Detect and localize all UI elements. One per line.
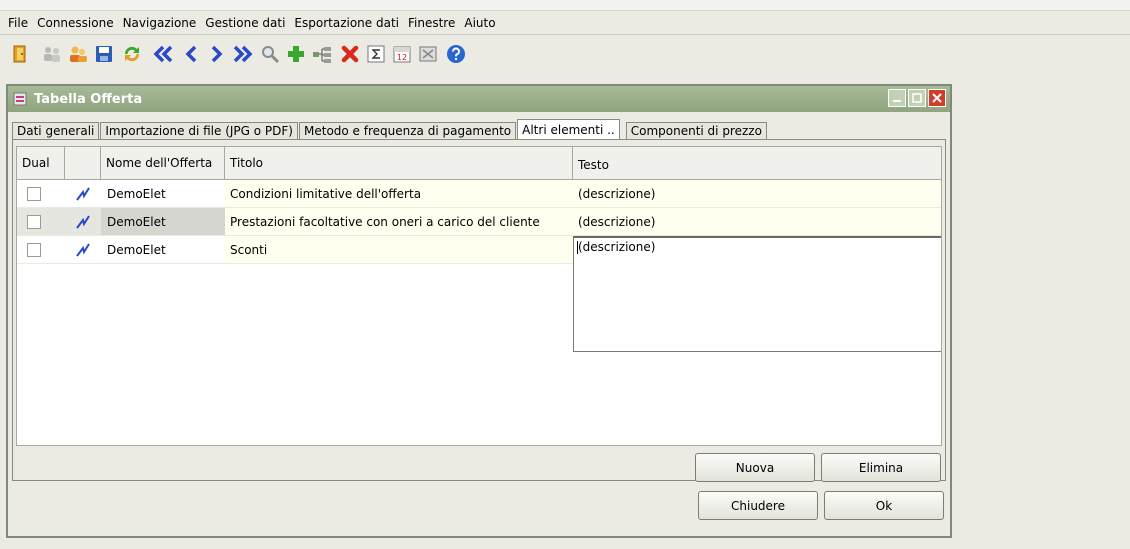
dual-cell (17, 180, 65, 208)
table-row[interactable]: DemoElet Prestazioni facoltative con one… (17, 208, 941, 236)
dual-checkbox[interactable] (27, 186, 41, 201)
next-record-icon (211, 45, 223, 63)
window-title: Tabella Offerta (34, 91, 143, 107)
workspace: Tabella Offerta Dati generali Importazio… (0, 82, 960, 549)
people-icon (44, 47, 60, 62)
toolbar: 12 (0, 36, 1130, 82)
calendar-icon: 12 (393, 46, 411, 63)
close-button[interactable] (928, 89, 946, 107)
maximize-icon (912, 93, 922, 103)
nome-offerta-cell[interactable]: DemoElet (101, 208, 225, 236)
save-button[interactable] (92, 42, 116, 66)
header-testo[interactable]: Testo (573, 147, 941, 180)
icon-cell (65, 208, 101, 236)
sum-button[interactable] (364, 42, 388, 66)
icon-cell (65, 180, 101, 208)
testo-editor-text: (descrizione) (578, 240, 656, 254)
menu-connessione[interactable]: Connessione (37, 16, 113, 30)
header-dual[interactable]: Dual (17, 147, 65, 180)
testo-cell[interactable]: (descrizione) (573, 180, 941, 208)
refresh-button[interactable] (120, 42, 144, 66)
export-icon (419, 46, 437, 62)
first-record-icon (153, 45, 173, 63)
first-record-button[interactable] (152, 42, 176, 66)
next-record-button[interactable] (204, 42, 228, 66)
tab-panel: Dual Nome dell'Offerta Titolo Testo Demo… (12, 139, 946, 482)
menu-file[interactable]: File (8, 16, 28, 30)
calendar-button[interactable]: 12 (390, 42, 414, 66)
tab-importazione-file[interactable]: Importazione di file (JPG o PDF) (100, 122, 298, 139)
nome-offerta-cell[interactable]: DemoElet (101, 180, 225, 208)
menu-gestione-dati[interactable]: Gestione dati (205, 16, 285, 30)
close-icon (932, 93, 942, 103)
refresh-icon (124, 46, 140, 62)
elimina-button[interactable]: Elimina (821, 453, 941, 482)
tabella-offerta-window: Tabella Offerta Dati generali Importazio… (6, 84, 952, 538)
delete-icon (341, 45, 359, 63)
minimize-button[interactable] (888, 89, 906, 107)
chiudere-button[interactable]: Chiudere (698, 491, 818, 520)
testo-cell[interactable]: (descrizione) (573, 208, 941, 236)
top-strip (0, 0, 1130, 11)
sum-icon (367, 45, 385, 63)
tree-icon (313, 47, 331, 63)
titolo-cell[interactable]: Condizioni limitative dell'offerta (225, 180, 573, 208)
header-nome-offerta[interactable]: Nome dell'Offerta (101, 147, 225, 180)
svg-text:12: 12 (397, 53, 407, 62)
nome-offerta-cell[interactable]: DemoElet (101, 236, 225, 264)
link-icon (76, 242, 90, 257)
dual-cell (17, 208, 65, 236)
search-icon (262, 46, 280, 64)
window-titlebar[interactable]: Tabella Offerta (8, 86, 950, 112)
add-button[interactable] (284, 42, 308, 66)
ok-button[interactable]: Ok (824, 491, 944, 520)
add-icon (288, 46, 304, 62)
users-button[interactable] (66, 42, 90, 66)
tab-altri-elementi[interactable]: Altri elementi .. (517, 119, 620, 139)
tree-button[interactable] (310, 42, 334, 66)
icon-cell (65, 236, 101, 264)
dual-checkbox[interactable] (27, 214, 41, 229)
previous-record-icon (185, 45, 197, 63)
altri-elementi-table: Dual Nome dell'Offerta Titolo Testo Demo… (16, 146, 942, 446)
export-button[interactable] (416, 42, 440, 66)
nuova-button[interactable]: Nuova (695, 453, 815, 482)
users-icon (70, 46, 87, 62)
tab-dati-generali[interactable]: Dati generali (12, 122, 100, 139)
exit-icon (13, 45, 26, 63)
save-icon (96, 46, 112, 62)
window-icon (13, 92, 27, 106)
search-button[interactable] (258, 42, 282, 66)
link-icon (76, 214, 90, 229)
header-titolo[interactable]: Titolo (225, 147, 573, 180)
link-icon (76, 186, 90, 201)
menu-esportazione-dati[interactable]: Esportazione dati (294, 16, 399, 30)
tab-componenti-prezzo[interactable]: Componenti di prezzo (625, 122, 767, 139)
dual-cell (17, 236, 65, 264)
previous-record-button[interactable] (180, 42, 204, 66)
header-icon[interactable] (65, 147, 101, 180)
delete-button[interactable] (338, 42, 362, 66)
minimize-icon (893, 100, 901, 102)
tab-strip: Dati generali Importazione di file (JPG … (12, 119, 768, 139)
testo-editor[interactable]: (descrizione) (573, 236, 941, 352)
maximize-button[interactable] (908, 89, 926, 107)
people-button[interactable] (40, 42, 64, 66)
tab-metodo-pagamento[interactable]: Metodo e frequenza di pagamento (299, 122, 517, 139)
dual-checkbox[interactable] (27, 242, 41, 257)
titolo-cell[interactable]: Sconti (225, 236, 573, 264)
last-record-icon (233, 45, 253, 63)
menu-finestre[interactable]: Finestre (408, 16, 455, 30)
menu-navigazione[interactable]: Navigazione (123, 16, 197, 30)
last-record-button[interactable] (230, 42, 254, 66)
exit-button[interactable] (8, 42, 32, 66)
menu-aiuto[interactable]: Aiuto (464, 16, 495, 30)
table-row[interactable]: DemoElet Condizioni limitative dell'offe… (17, 180, 941, 208)
menu-bar: File Connessione Navigazione Gestione da… (0, 11, 1130, 35)
help-icon (447, 45, 465, 63)
titolo-cell[interactable]: Prestazioni facoltative con oneri a cari… (225, 208, 573, 236)
help-button[interactable] (444, 42, 468, 66)
